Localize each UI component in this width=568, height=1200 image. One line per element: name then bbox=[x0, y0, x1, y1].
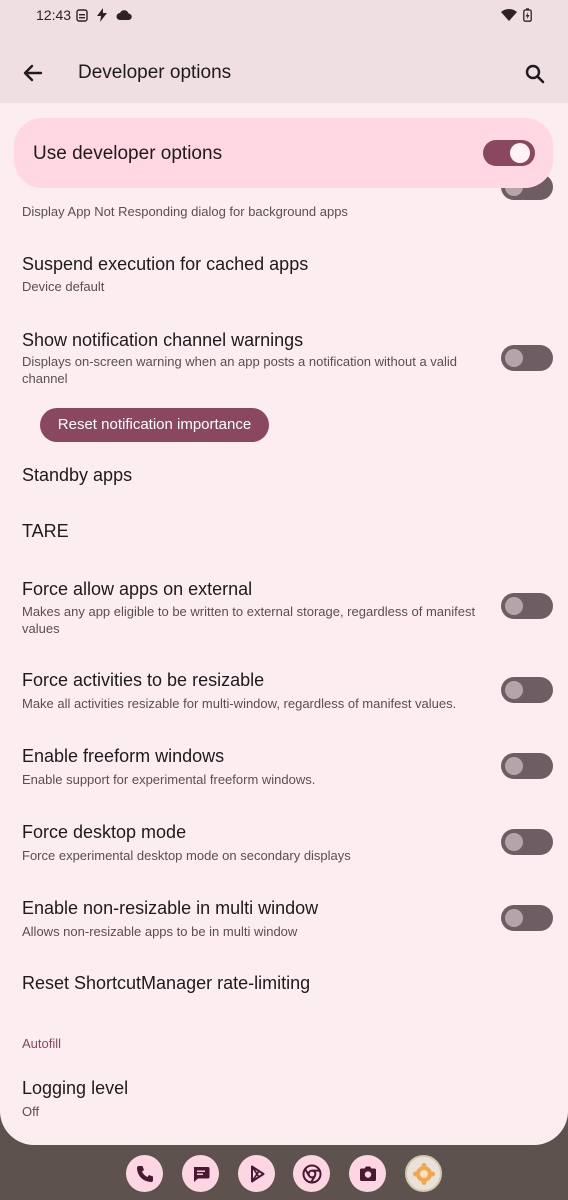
force-allow-external-setting[interactable]: Force allow apps on external Makes any a… bbox=[0, 575, 568, 640]
use-developer-options-label: Use developer options bbox=[33, 143, 223, 164]
chrome-icon bbox=[302, 1164, 321, 1183]
messages-icon bbox=[193, 1166, 209, 1182]
force-resizable-setting[interactable]: Force activities to be resizable Make al… bbox=[0, 667, 568, 717]
tare-setting[interactable]: TARE bbox=[0, 516, 568, 550]
charging-bolt-icon bbox=[97, 8, 107, 22]
suspend-cached-apps-title: Suspend execution for cached apps bbox=[22, 254, 309, 274]
suspend-cached-apps-setting[interactable]: Suspend execution for cached apps Device… bbox=[0, 250, 568, 300]
page-title: Developer options bbox=[78, 62, 232, 83]
back-arrow-icon[interactable] bbox=[20, 60, 46, 86]
background-anr-subtitle: Display App Not Responding dialog for ba… bbox=[22, 204, 348, 219]
force-desktop-mode-title: Force desktop mode bbox=[22, 822, 187, 842]
use-developer-options-toggle[interactable] bbox=[483, 140, 535, 166]
logging-level-subtitle: Off bbox=[22, 1104, 40, 1119]
system-icons bbox=[501, 8, 532, 22]
tare-title: TARE bbox=[22, 521, 69, 541]
play-store-icon bbox=[250, 1165, 264, 1182]
calendar-notification-icon bbox=[76, 9, 88, 22]
non-resizable-multi-window-subtitle: Allows non-resizable apps to be in multi… bbox=[22, 924, 298, 939]
freeform-windows-setting[interactable]: Enable freeform windows Enable support f… bbox=[0, 743, 568, 793]
force-allow-external-toggle[interactable] bbox=[501, 593, 553, 619]
taskbar-dock bbox=[0, 1145, 568, 1200]
notification-channel-warnings-title: Show notification channel warnings bbox=[22, 330, 304, 350]
notification-channel-warnings-subtitle: Displays on-screen warning when an app p… bbox=[22, 354, 458, 386]
notification-channel-warnings-toggle[interactable] bbox=[501, 345, 553, 371]
cloud-icon bbox=[116, 10, 132, 20]
messages-app[interactable] bbox=[182, 1155, 219, 1192]
battery-icon bbox=[523, 8, 532, 22]
settings-screen: 12:43 Developer options Display App Not … bbox=[0, 0, 568, 1145]
notification-icons bbox=[76, 8, 132, 22]
force-allow-external-subtitle: Makes any app eligible to be written to … bbox=[22, 604, 476, 636]
reset-shortcutmanager-title: Reset ShortcutManager rate-limiting bbox=[22, 973, 311, 993]
standby-apps-setting[interactable]: Standby apps bbox=[0, 460, 568, 494]
freeform-windows-title: Enable freeform windows bbox=[22, 746, 225, 766]
phone-app[interactable] bbox=[126, 1155, 163, 1192]
settings-app[interactable] bbox=[405, 1155, 442, 1192]
force-resizable-toggle[interactable] bbox=[501, 677, 553, 703]
freeform-windows-subtitle: Enable support for experimental freeform… bbox=[22, 772, 316, 787]
suspend-cached-apps-subtitle: Device default bbox=[22, 279, 105, 294]
background-anr-setting[interactable]: Display App Not Responding dialog for ba… bbox=[0, 174, 568, 228]
reset-notification-importance-button[interactable]: Reset notification importance bbox=[40, 408, 269, 442]
phone-icon bbox=[136, 1165, 153, 1182]
force-allow-external-title: Force allow apps on external bbox=[22, 579, 253, 599]
standby-apps-title: Standby apps bbox=[22, 465, 133, 485]
non-resizable-multi-window-toggle[interactable] bbox=[501, 905, 553, 931]
force-resizable-title: Force activities to be resizable bbox=[22, 670, 265, 690]
camera-app[interactable] bbox=[349, 1155, 386, 1192]
camera-icon bbox=[359, 1166, 376, 1181]
freeform-windows-toggle[interactable] bbox=[501, 753, 553, 779]
logging-level-setting[interactable]: Logging level Off bbox=[0, 1075, 568, 1125]
chrome-app[interactable] bbox=[293, 1155, 330, 1192]
settings-icon bbox=[412, 1162, 435, 1185]
force-desktop-mode-setting[interactable]: Force desktop mode Force experimental de… bbox=[0, 819, 568, 869]
reset-shortcutmanager-setting[interactable]: Reset ShortcutManager rate-limiting bbox=[0, 968, 568, 1002]
logging-level-title: Logging level bbox=[22, 1078, 129, 1098]
app-bar: 12:43 Developer options bbox=[0, 0, 568, 103]
play-store-app[interactable] bbox=[238, 1155, 275, 1192]
autofill-section-header: Autofill bbox=[22, 1036, 62, 1051]
non-resizable-multi-window-title: Enable non-resizable in multi window bbox=[22, 898, 319, 918]
force-resizable-subtitle: Make all activities resizable for multi-… bbox=[22, 696, 457, 711]
search-icon[interactable] bbox=[522, 61, 548, 87]
wifi-icon bbox=[501, 8, 517, 21]
force-desktop-mode-subtitle: Force experimental desktop mode on secon… bbox=[22, 848, 351, 863]
use-developer-options-card[interactable]: Use developer options bbox=[14, 118, 553, 188]
force-desktop-mode-toggle[interactable] bbox=[501, 829, 553, 855]
status-bar: 12:43 bbox=[0, 0, 568, 30]
notification-channel-warnings-setting[interactable]: Show notification channel warnings Displ… bbox=[0, 325, 568, 390]
non-resizable-multi-window-setting[interactable]: Enable non-resizable in multi window All… bbox=[0, 895, 568, 945]
status-time: 12:43 bbox=[36, 7, 72, 23]
